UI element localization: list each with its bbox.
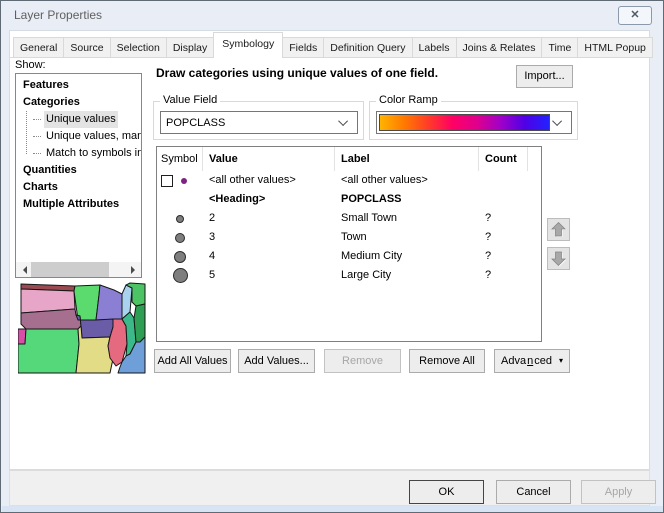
tree-item-categories[interactable]: Categories — [16, 94, 141, 111]
chevron-down-icon — [552, 116, 562, 126]
add-values-button[interactable]: Add Values... — [238, 349, 315, 373]
header-label[interactable]: Label — [335, 147, 479, 171]
value-field-dropdown[interactable]: POPCLASS — [160, 111, 358, 134]
tab-selection[interactable]: Selection — [110, 37, 167, 58]
map-preview — [18, 282, 146, 374]
scrollbar-thumb[interactable] — [31, 262, 109, 277]
add-all-values-button[interactable]: Add All Values — [154, 349, 231, 373]
value-field-label: Value Field — [160, 94, 220, 106]
label-cell: <all other values> — [335, 171, 479, 190]
close-button[interactable]: ✕ — [618, 6, 652, 25]
scroll-left-arrow-icon[interactable] — [16, 262, 31, 277]
caret-down-icon: ▾ — [559, 357, 563, 365]
tab-time[interactable]: Time — [541, 37, 578, 58]
scroll-right-arrow-icon[interactable] — [126, 262, 141, 277]
remove-all-button[interactable]: Remove All — [409, 349, 485, 373]
table-row[interactable]: 4 Medium City ? — [157, 247, 541, 266]
color-ramp-label: Color Ramp — [376, 94, 441, 106]
table-row-heading[interactable]: <Heading> POPCLASS — [157, 190, 541, 209]
ok-button[interactable]: OK — [409, 480, 484, 504]
dialog-bottom-edge — [2, 506, 664, 513]
value-cell: 4 — [203, 247, 335, 266]
show-tree: Features Categories Unique values Unique… — [15, 73, 142, 278]
value-field-group: Value Field POPCLASS — [153, 101, 364, 140]
value-field-value: POPCLASS — [161, 117, 341, 129]
import-button[interactable]: Import... — [516, 65, 573, 88]
advanced-label: ced — [534, 355, 552, 367]
tab-general[interactable]: General — [13, 37, 64, 58]
label-cell: Small Town — [335, 209, 479, 228]
tree-item-unique-values-many[interactable]: Unique values, many — [16, 128, 141, 145]
header-count[interactable]: Count — [479, 147, 528, 171]
symbol-swatch[interactable] — [176, 215, 184, 223]
label-cell: Large City — [335, 266, 479, 285]
table-row-all-other-values[interactable]: <all other values> <all other values> — [157, 171, 541, 190]
symbol-swatch[interactable] — [175, 233, 185, 243]
tree-item-unique-values[interactable]: Unique values — [16, 111, 141, 128]
tab-bar: General Source Selection Display Symbolo… — [13, 32, 653, 58]
close-icon: ✕ — [630, 10, 639, 21]
color-ramp-dropdown[interactable] — [376, 111, 572, 134]
advanced-button[interactable]: Advanced ▾ — [494, 349, 570, 373]
label-cell: Medium City — [335, 247, 479, 266]
tree-item-match-symbols[interactable]: Match to symbols in a — [16, 145, 141, 162]
color-ramp-swatch — [379, 114, 550, 131]
apply-button[interactable]: Apply — [581, 480, 656, 504]
symbol-swatch[interactable] — [173, 268, 188, 283]
method-heading: Draw categories using unique values of o… — [156, 66, 511, 80]
values-table: Symbol Value Label Count <all other valu… — [156, 146, 542, 342]
header-symbol[interactable]: Symbol — [157, 147, 203, 171]
header-value[interactable]: Value — [203, 147, 335, 171]
color-ramp-group: Color Ramp — [369, 101, 578, 140]
symbol-swatch[interactable] — [181, 178, 187, 184]
value-cell: 2 — [203, 209, 335, 228]
tab-labels[interactable]: Labels — [412, 37, 457, 58]
tree-item-multiple-attributes[interactable]: Multiple Attributes — [16, 196, 141, 213]
count-cell: ? — [479, 266, 528, 285]
table-header: Symbol Value Label Count — [157, 147, 541, 171]
tree-item-quantities[interactable]: Quantities — [16, 162, 141, 179]
symbol-swatch[interactable] — [174, 251, 186, 263]
move-down-icon — [548, 248, 569, 269]
move-up-icon — [548, 219, 569, 240]
tab-fields[interactable]: Fields — [282, 37, 324, 58]
advanced-label-accesskey: n — [527, 355, 533, 367]
table-row[interactable]: 2 Small Town ? — [157, 209, 541, 228]
tab-html-popup[interactable]: HTML Popup — [577, 37, 652, 58]
label-cell: Town — [335, 228, 479, 247]
cancel-button[interactable]: Cancel — [496, 480, 571, 504]
count-cell: ? — [479, 209, 528, 228]
tab-display[interactable]: Display — [166, 37, 214, 58]
count-cell: ? — [479, 228, 528, 247]
value-cell: 5 — [203, 266, 335, 285]
remove-button[interactable]: Remove — [324, 349, 401, 373]
move-down-button[interactable] — [547, 247, 570, 270]
count-cell: ? — [479, 247, 528, 266]
layer-properties-dialog: Layer Properties ✕ General Source Select… — [0, 0, 664, 513]
title-bar[interactable]: Layer Properties ✕ — [1, 1, 663, 29]
value-cell: <all other values> — [203, 171, 335, 190]
move-up-button[interactable] — [547, 218, 570, 241]
tab-symbology[interactable]: Symbology — [213, 32, 283, 58]
window-title: Layer Properties — [14, 8, 102, 22]
value-cell: 3 — [203, 228, 335, 247]
table-row[interactable]: 5 Large City ? — [157, 266, 541, 285]
label-cell: POPCLASS — [335, 190, 479, 209]
tree-item-features[interactable]: Features — [16, 77, 141, 94]
tab-source[interactable]: Source — [63, 37, 110, 58]
show-label: Show: — [15, 59, 46, 71]
tree-scrollbar[interactable] — [16, 262, 141, 277]
value-cell: <Heading> — [203, 190, 335, 209]
tab-definition-query[interactable]: Definition Query — [323, 37, 412, 58]
tree-item-charts[interactable]: Charts — [16, 179, 141, 196]
table-row[interactable]: 3 Town ? — [157, 228, 541, 247]
tab-joins-relates[interactable]: Joins & Relates — [456, 37, 543, 58]
all-other-values-checkbox[interactable] — [161, 175, 173, 187]
advanced-label: Adva — [501, 355, 526, 367]
